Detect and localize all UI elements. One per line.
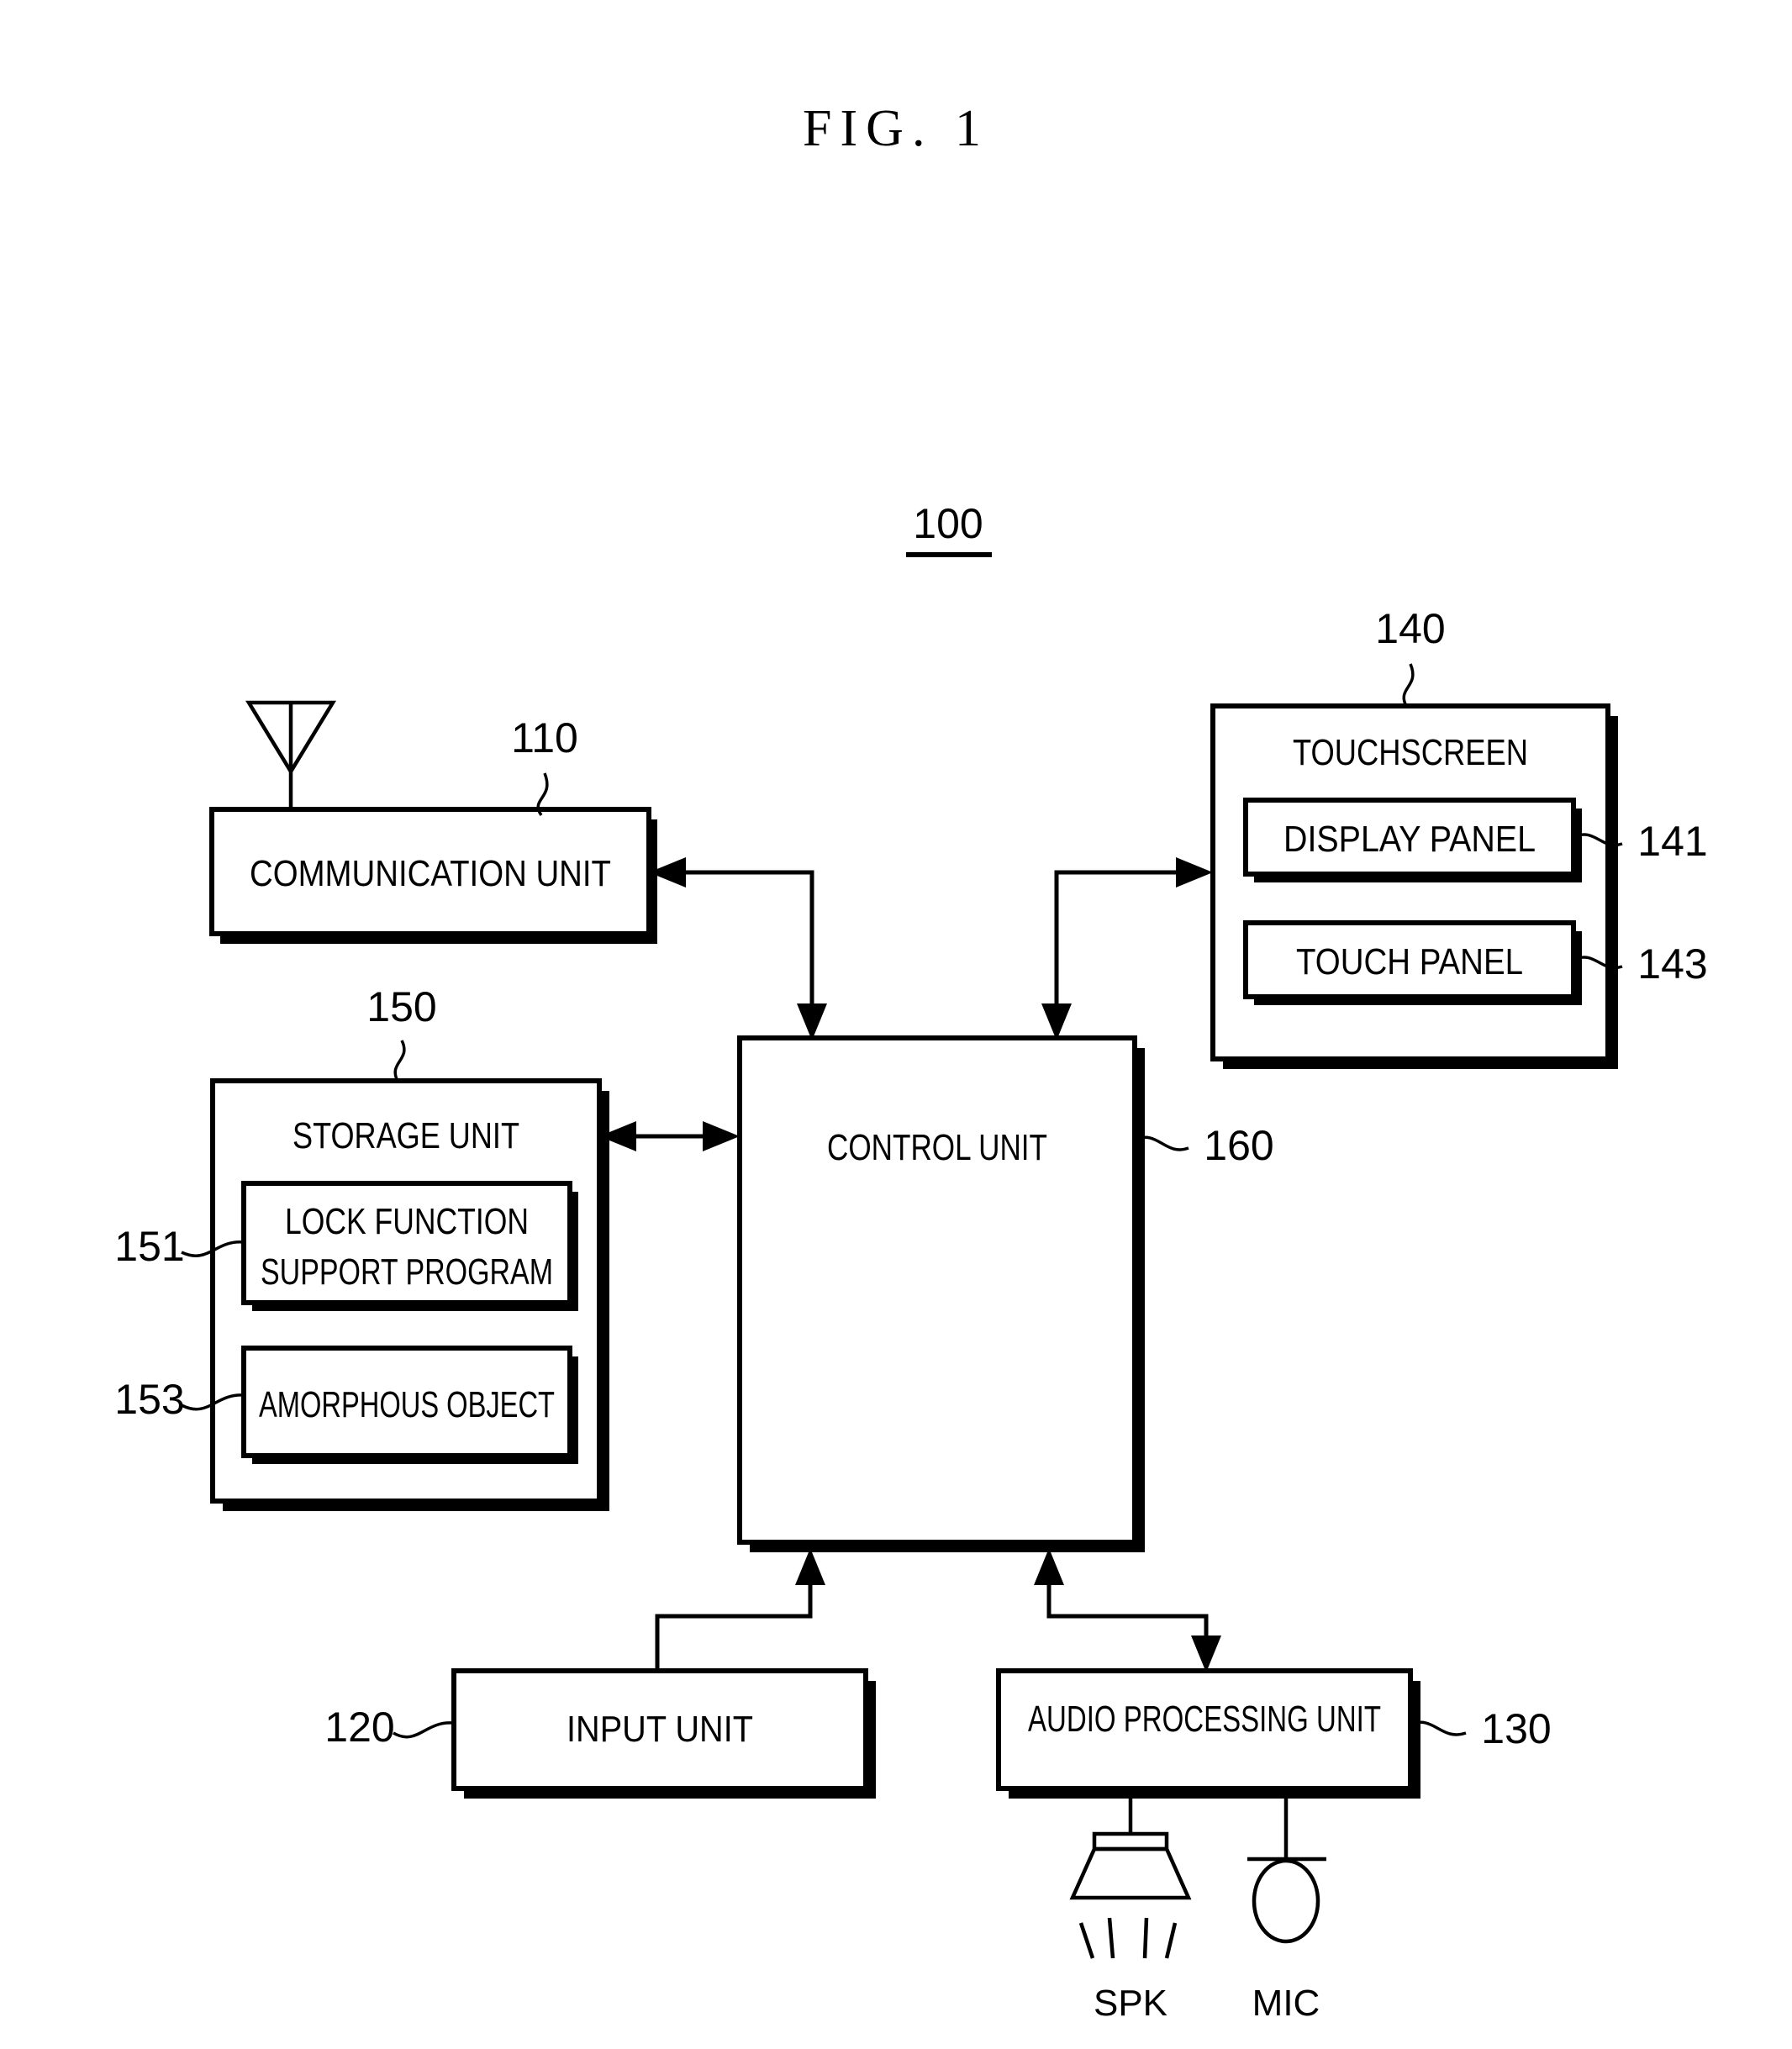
connector-control-to-communication [649,857,827,1040]
audio-processing-unit-block[interactable]: AUDIO PROCESSING UNIT [996,1668,1420,1799]
ref-151-label: 151 [114,1223,184,1270]
lock-function-label-line2: SUPPORT PROGRAM [261,1251,553,1293]
input-unit-label: INPUT UNIT [567,1709,753,1750]
microphone-label: MIC [1252,1983,1320,2024]
speaker-icon [1069,1788,1192,1959]
lock-function-label-line1: LOCK FUNCTION [285,1201,529,1242]
arrowhead-input-to-control [795,1548,825,1585]
amorphous-object-label: AMORPHOUS OBJECT [259,1384,555,1425]
patent-figure: FIG. 1 100 COMMUNICATION UNIT 110 TOUCHS… [0,0,1792,2049]
ref-140: 140 [1375,605,1446,708]
system-ref-label: 100 [913,500,983,547]
ref-120: 120 [324,1704,453,1751]
ref-150: 150 [366,983,437,1083]
touchscreen-label: TOUCHSCREEN [1293,732,1528,773]
touchscreen-block[interactable]: TOUCHSCREEN DISPLAY PANEL TOUCH PANEL [1210,703,1618,1069]
ref-141-label: 141 [1637,818,1707,865]
arrowhead-to-control-left [797,1003,827,1040]
audio-processing-unit-label: AUDIO PROCESSING UNIT [1028,1699,1381,1740]
connector-input-to-control [655,1548,825,1671]
ref-120-label: 120 [324,1704,394,1751]
control-unit-block[interactable]: CONTROL UNIT [737,1035,1145,1552]
lock-function-support-program-block[interactable]: LOCK FUNCTION SUPPORT PROGRAM [241,1181,578,1311]
ref-160: 160 [1134,1122,1274,1169]
amorphous-object-block[interactable]: AMORPHOUS OBJECT [241,1346,578,1464]
storage-unit-label: STORAGE UNIT [293,1115,519,1156]
display-panel-block[interactable]: DISPLAY PANEL [1243,798,1582,882]
touch-panel-label: TOUCH PANEL [1296,941,1523,982]
arrowhead-to-touchscreen [1176,857,1213,888]
arrowhead-audio-to-control [1034,1548,1064,1585]
microphone-icon [1247,1788,1326,1944]
system-ref-100: 100 [906,500,992,557]
connector-storage-to-control [599,1121,740,1151]
storage-unit-block[interactable]: STORAGE UNIT LOCK FUNCTION SUPPORT PROGR… [210,1078,609,1511]
control-unit-label: CONTROL UNIT [827,1127,1047,1168]
communication-unit-label: COMMUNICATION UNIT [250,853,611,894]
speaker-label: SPK [1094,1983,1167,2024]
display-panel-label: DISPLAY PANEL [1283,819,1536,860]
arrowhead-to-control-right [1041,1003,1072,1040]
communication-unit-block[interactable]: COMMUNICATION UNIT [209,807,657,944]
arrowhead-control-to-audio [1191,1636,1221,1672]
ref-140-label: 140 [1375,605,1445,652]
touch-panel-block[interactable]: TOUCH PANEL [1243,920,1582,1005]
ref-110-label: 110 [511,714,578,761]
ref-143-label: 143 [1637,940,1707,988]
ref-110: 110 [511,714,578,817]
arrowhead-to-control-storage [703,1121,740,1151]
input-unit-block[interactable]: INPUT UNIT [451,1668,876,1799]
ref-160-label: 160 [1204,1122,1273,1169]
antenna-icon [245,700,337,809]
ref-150-label: 150 [366,983,436,1030]
connector-audio-to-control [1034,1548,1221,1672]
ref-130: 130 [1410,1705,1552,1752]
connector-control-to-touchscreen [1041,857,1213,1040]
ref-130-label: 130 [1481,1705,1551,1752]
ref-153-label: 153 [114,1376,184,1423]
